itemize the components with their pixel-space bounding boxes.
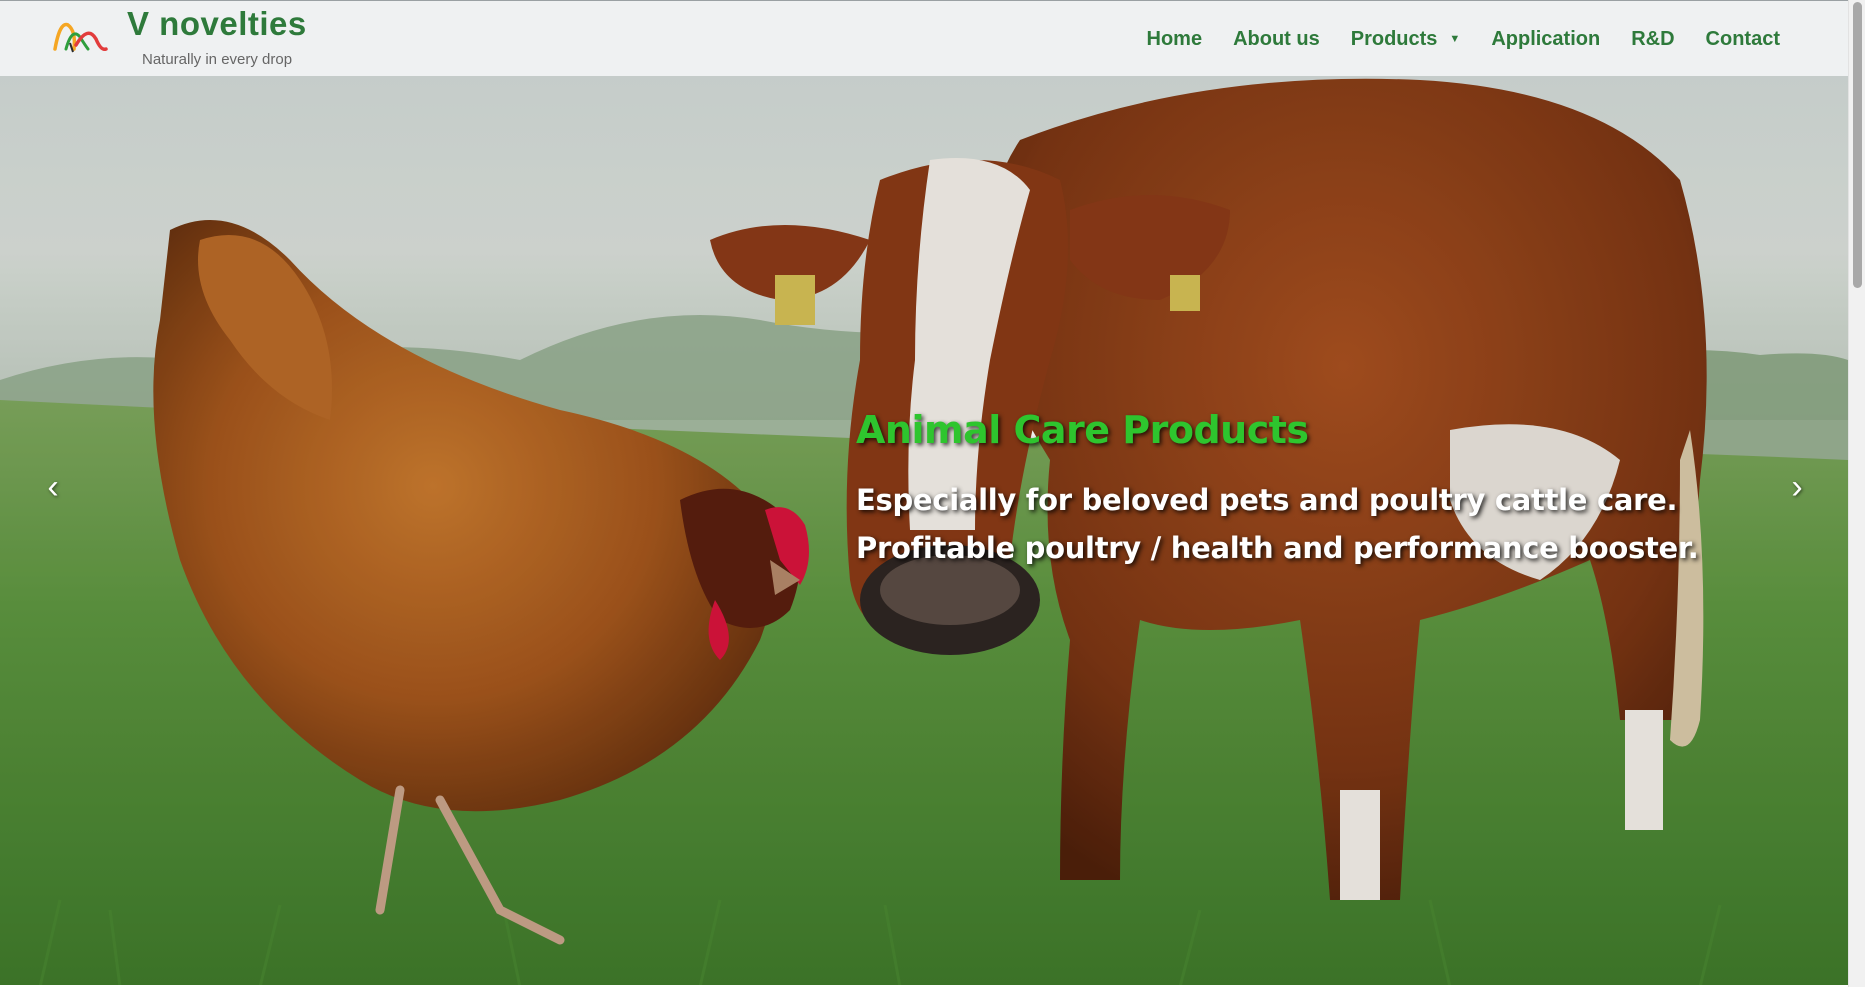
nav-products[interactable]: Products ▼ [1351,28,1461,51]
nav-about-us[interactable]: About us [1233,28,1320,51]
vertical-scrollbar[interactable] [1848,0,1865,987]
hero-slider: Animal Care Products Especially for belo… [0,0,1848,987]
hero-line-1: Especially for beloved pets and poultry … [856,483,1678,517]
nav-home[interactable]: Home [1147,28,1203,51]
brand-tagline: Naturally in every drop [142,51,293,68]
hero-line-2: Profitable poultry / health and performa… [856,531,1699,565]
nav-about-us-label: About us [1233,27,1320,50]
prev-slide-arrow-icon[interactable]: ‹ [38,470,68,504]
brand-name[interactable]: V novelties [127,5,307,43]
nav-contact[interactable]: Contact [1706,28,1780,51]
nav-application[interactable]: Application [1491,28,1600,51]
nav-rd[interactable]: R&D [1631,28,1674,51]
nav-contact-label: Contact [1705,27,1780,50]
main-nav: Home About us Products ▼ Application R&D… [1116,1,1781,77]
next-slide-arrow-icon[interactable]: › [1782,470,1812,504]
nav-products-label: Products [1350,27,1438,50]
nav-rd-label: R&D [1631,27,1675,50]
hero-caption: Animal Care Products Especially for belo… [856,408,1736,572]
brand-logo-icon[interactable] [52,19,108,59]
hero-title: Animal Care Products [856,408,1309,452]
nav-application-label: Application [1491,27,1601,50]
page: Animal Care Products Especially for belo… [0,0,1865,987]
nav-home-label: Home [1146,27,1203,50]
scrollbar-thumb[interactable] [1853,2,1862,288]
site-header: V novelties Naturally in every drop Home… [0,0,1848,76]
chevron-down-icon: ▼ [1449,33,1461,45]
